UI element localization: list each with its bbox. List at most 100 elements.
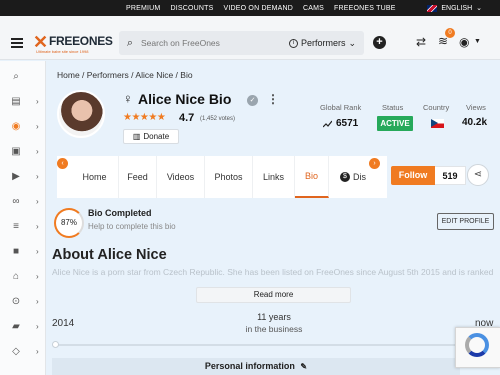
sidebar-item-forum[interactable]: ▰ › — [0, 314, 46, 339]
views-label: Views — [466, 103, 486, 112]
top-link-discounts[interactable]: DISCOUNTS — [170, 5, 213, 12]
chevron-right-icon: › — [36, 322, 39, 331]
user-icon[interactable]: ◉ — [459, 35, 469, 49]
chevron-right-icon: › — [36, 247, 39, 256]
search-category-select[interactable]: i Performers ⌄ — [288, 37, 364, 49]
edit-profile-button[interactable]: EDIT PROFILE — [437, 213, 494, 230]
chevron-down-icon[interactable]: ▼ — [474, 38, 481, 45]
country-label: Country — [423, 103, 450, 112]
sidebar-item-new[interactable]: ▤ › — [0, 89, 46, 114]
pencil-icon[interactable]: ✎ — [300, 362, 307, 371]
chat-icon: ▰ — [12, 321, 20, 332]
shuffle-icon[interactable]: ⇄ — [416, 35, 426, 49]
page-title: Alice Nice Bio — [138, 91, 232, 107]
top-link-premium[interactable]: PREMIUM — [126, 5, 160, 12]
sidebar-item-premium[interactable]: ◇ › — [0, 339, 46, 364]
chevron-right-icon: › — [36, 122, 39, 131]
trend-icon — [323, 120, 332, 128]
language-label: ENGLISH — [441, 4, 473, 12]
top-link-cams[interactable]: CAMS — [303, 5, 324, 12]
more-options-icon[interactable]: ⋮ — [267, 92, 279, 106]
status-label: Status — [382, 103, 404, 112]
language-selector[interactable]: ENGLISH ⌄ — [427, 0, 482, 16]
sidebar-item-performers[interactable]: ◉ › — [0, 114, 46, 139]
chevron-down-icon: ⌄ — [348, 37, 356, 48]
new-icon: ▤ — [11, 96, 21, 107]
sidebar-item-photos[interactable]: ▣ › — [0, 139, 46, 164]
chevron-right-icon: › — [36, 147, 39, 156]
rating-votes: (1,452 votes) — [200, 116, 236, 122]
share-icon[interactable]: ⋖ — [467, 164, 489, 186]
top-links: PREMIUM DISCOUNTS VIDEO ON DEMAND CAMS F… — [126, 0, 406, 16]
about-text: Alice Nice is a porn star from Czech Rep… — [52, 267, 494, 277]
donate-label: Donate — [143, 132, 170, 141]
chevron-right-icon: › — [36, 197, 39, 206]
bio-completion-percent: 87% — [54, 208, 84, 238]
status-badge: ACTIVE — [377, 116, 413, 131]
tab-feed[interactable]: Feed — [119, 156, 157, 198]
tab-links[interactable]: Links — [253, 156, 295, 198]
donate-button[interactable]: ▥ Donate — [123, 129, 179, 144]
sidebar-item-search[interactable]: ⌕ — [0, 64, 46, 89]
sidebar-item-games[interactable]: ⊙ › — [0, 289, 46, 314]
czech-flag-icon — [431, 119, 444, 128]
search-icon[interactable]: ⌕ — [119, 37, 141, 50]
coins-badge: 0 — [445, 28, 455, 38]
tab-home[interactable]: Home — [71, 156, 119, 198]
tab-photos[interactable]: Photos — [205, 156, 253, 198]
tab-videos[interactable]: Videos — [157, 156, 205, 198]
chevron-right-icon: › — [36, 97, 39, 106]
list-icon: ≡ — [13, 221, 19, 232]
chevron-right-icon: › — [36, 222, 39, 231]
tabs-scroll-right-icon[interactable]: › — [369, 158, 380, 169]
career-timeline — [54, 344, 458, 346]
camera-icon: ■ — [12, 246, 20, 257]
sidebar-item-cams[interactable]: ■ › — [0, 239, 46, 264]
sidebar-item-shop[interactable]: ⌂ › — [0, 264, 46, 289]
sidebar-item-links[interactable]: ∞ › — [0, 189, 46, 214]
info-icon: i — [288, 38, 298, 48]
search-input[interactable] — [141, 38, 289, 48]
breadcrumb[interactable]: Home / Performers / Alice Nice / Bio — [57, 70, 193, 80]
read-more-button[interactable]: Read more — [196, 287, 351, 303]
video-icon: ▶ — [12, 171, 20, 182]
verified-icon: ✓ — [247, 95, 258, 106]
logo-tagline: Ultimate babe site since 1998 — [36, 49, 89, 54]
views-value: 40.2k — [462, 117, 488, 128]
top-link-tube[interactable]: FREEONES TUBE — [334, 5, 396, 12]
menu-icon[interactable] — [11, 38, 23, 48]
tabs-scroll-left-icon[interactable]: ‹ — [57, 158, 68, 169]
main-content: Home / Performers / Alice Nice / Bio ♀ A… — [46, 61, 500, 375]
rating-stars[interactable]: ★★★★★ — [123, 112, 166, 123]
photos-icon: ▣ — [11, 146, 21, 157]
chevron-right-icon: › — [36, 297, 39, 306]
career-start-year: 2014 — [52, 318, 75, 329]
diamond-icon: ◇ — [12, 346, 20, 357]
plus-icon[interactable]: + — [373, 36, 386, 49]
gamepad-icon: ⊙ — [11, 296, 21, 307]
bio-completion-subtitle: Help to complete this bio — [88, 222, 176, 231]
bio-completion-title: Bio Completed — [88, 208, 152, 218]
chevron-right-icon: › — [36, 347, 39, 356]
career-years-sub: in the business — [245, 324, 303, 334]
performer-icon: ◉ — [11, 121, 21, 132]
sidebar-item-videos[interactable]: ▶ › — [0, 164, 46, 189]
chevron-down-icon: ⌄ — [476, 5, 482, 12]
about-heading: About Alice Nice — [52, 247, 167, 263]
shop-icon: ⌂ — [12, 271, 20, 282]
tab-discussions-label: Dis — [353, 172, 366, 182]
avatar[interactable] — [57, 90, 105, 138]
logo[interactable]: ✕ FREEONES Ultimate babe site since 1998 — [33, 31, 113, 57]
tab-bio[interactable]: Bio — [295, 156, 329, 198]
logo-word: FREEONES — [49, 34, 113, 48]
search-category-label: Performers — [300, 38, 346, 48]
personal-information-header[interactable]: Personal information ✎ — [52, 358, 460, 375]
sidebar-item-lists[interactable]: ≡ › — [0, 214, 46, 239]
global-rank-label: Global Rank — [320, 103, 362, 112]
tab-bar: Home Feed Videos Photos Links Bio $ Dis — [57, 156, 387, 198]
follow-button[interactable]: Follow — [391, 166, 435, 185]
rating-value: 4.7 — [179, 112, 195, 124]
top-link-vod[interactable]: VIDEO ON DEMAND — [224, 5, 294, 12]
recaptcha-badge[interactable] — [455, 327, 500, 368]
personal-information-label: Personal information — [204, 361, 295, 371]
